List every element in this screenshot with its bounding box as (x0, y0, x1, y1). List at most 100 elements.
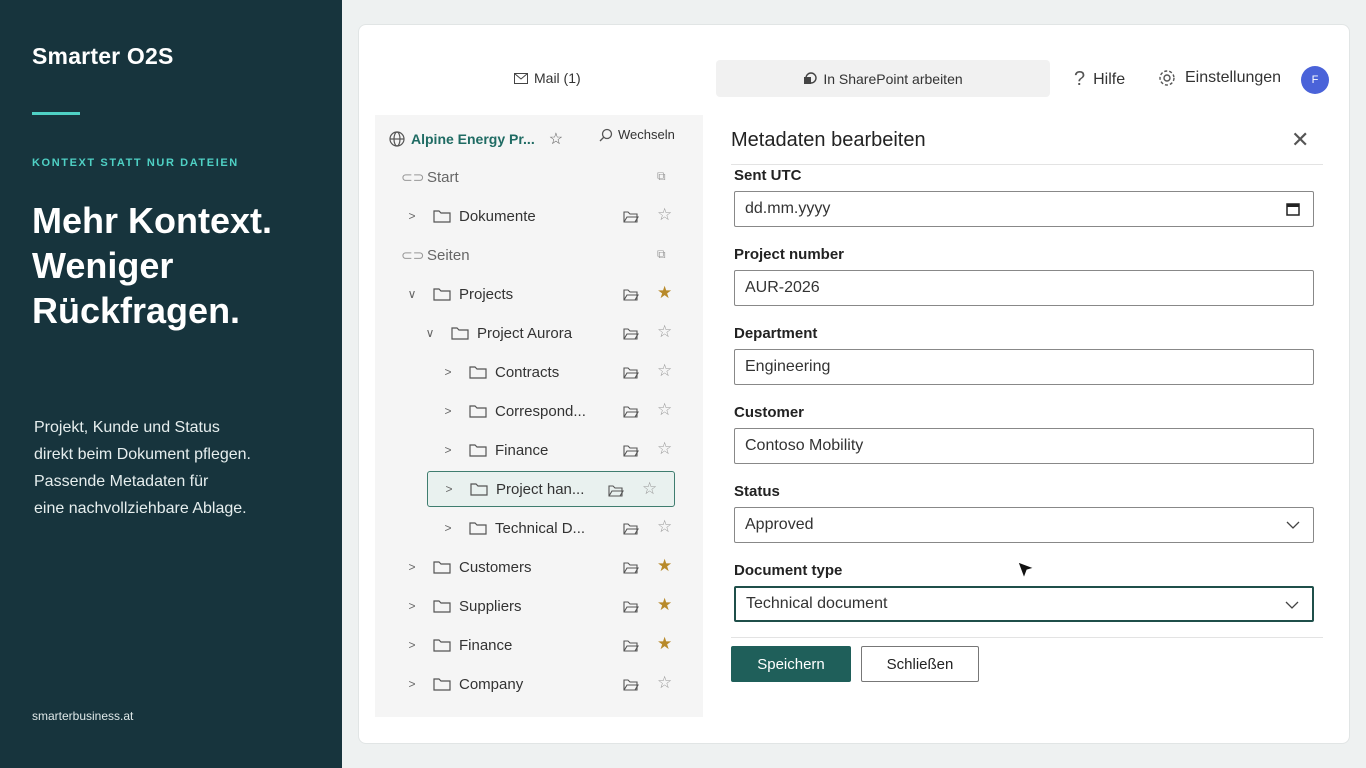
tree-item-project-aurora[interactable]: ∨ Project Aurora ☆ (375, 315, 703, 351)
open-folder-icon[interactable] (623, 520, 639, 536)
tree-item-project-handover[interactable]: > Project han... ☆ (427, 471, 675, 507)
sent-utc-date-input[interactable]: dd.mm.yyyy (734, 191, 1314, 227)
chevron-down-icon[interactable]: ∨ (405, 287, 419, 301)
star-filled-icon[interactable]: ★ (657, 556, 672, 576)
chevron-right-icon[interactable]: > (441, 521, 455, 535)
settings-label: Einstellungen (1185, 69, 1282, 86)
field-value: Contoso Mobility (745, 437, 864, 454)
tree-item-seiten[interactable]: ⊂⊃ Seiten ⧉ (375, 237, 703, 273)
department-input[interactable]: Engineering (734, 349, 1314, 385)
status-select[interactable]: Approved (734, 507, 1314, 543)
open-folder-icon[interactable] (623, 286, 639, 302)
field-label-sent-utc: Sent UTC (734, 167, 802, 184)
navigation-tree: Alpine Energy Pr... ☆ Wechseln ⊂⊃ Start … (375, 115, 703, 717)
field-label-document-type: Document type (734, 562, 843, 579)
folder-icon (433, 208, 451, 224)
tree-item-finance-sub[interactable]: > Finance ☆ (375, 432, 703, 468)
project-number-input[interactable]: AUR-2026 (734, 270, 1314, 306)
calendar-icon[interactable] (1285, 201, 1301, 217)
folder-icon (451, 325, 469, 341)
open-folder-icon[interactable] (623, 325, 639, 341)
link-icon: ⊂⊃ (401, 246, 425, 263)
date-placeholder: dd.mm.yyyy (745, 200, 831, 217)
chevron-right-icon[interactable]: > (405, 638, 419, 652)
tree-item-finance[interactable]: > Finance ★ (375, 627, 703, 663)
sharepoint-label: In SharePoint arbeiten (823, 70, 963, 87)
chevron-down-icon[interactable]: ∨ (423, 326, 437, 340)
open-folder-icon[interactable] (623, 559, 639, 575)
help-button[interactable]: ? Hilfe (1074, 68, 1125, 91)
tree-item-contracts[interactable]: > Contracts ☆ (375, 354, 703, 390)
switch-label: Wechseln (618, 127, 675, 142)
save-button[interactable]: Speichern (731, 646, 851, 682)
tree-item-dokumente[interactable]: > Dokumente ☆ (375, 198, 703, 234)
open-folder-icon[interactable] (623, 403, 639, 419)
chevron-right-icon[interactable]: > (405, 560, 419, 574)
star-icon[interactable]: ☆ (657, 439, 672, 459)
tree-item-label: Contracts (495, 363, 560, 381)
open-folder-icon[interactable] (623, 637, 639, 653)
chevron-right-icon[interactable]: > (441, 443, 455, 457)
sharepoint-button[interactable]: In SharePoint arbeiten (716, 60, 1050, 97)
open-folder-icon[interactable] (623, 442, 639, 458)
star-filled-icon[interactable]: ★ (657, 634, 672, 654)
star-icon[interactable]: ☆ (642, 479, 657, 499)
open-folder-icon[interactable] (623, 676, 639, 692)
switch-site-button[interactable]: Wechseln (599, 127, 675, 142)
tree-item-start[interactable]: ⊂⊃ Start ⧉ (375, 159, 703, 195)
star-filled-icon[interactable]: ★ (657, 595, 672, 615)
folder-icon (433, 676, 451, 692)
avatar[interactable]: F (1301, 66, 1329, 94)
tree-item-label: Projects (459, 285, 514, 303)
site-name[interactable]: Alpine Energy Pr... (411, 131, 535, 147)
chevron-right-icon[interactable]: > (405, 677, 419, 691)
close-icon[interactable]: ✕ (1291, 127, 1309, 153)
star-icon[interactable]: ☆ (657, 322, 672, 342)
tree-item-label: Finance (459, 636, 513, 654)
star-icon[interactable]: ☆ (549, 129, 563, 149)
open-folder-icon[interactable] (608, 482, 624, 498)
tree-item-suppliers[interactable]: > Suppliers ★ (375, 588, 703, 624)
footer-url: smarterbusiness.at (32, 709, 134, 723)
tree-item-projects[interactable]: ∨ Projects ★ (375, 276, 703, 312)
star-icon[interactable]: ☆ (657, 205, 672, 225)
chevron-right-icon[interactable]: > (405, 209, 419, 223)
panel-title: Metadaten bearbeiten (731, 129, 926, 151)
open-folder-icon[interactable] (623, 598, 639, 614)
star-icon[interactable]: ☆ (657, 673, 672, 693)
close-button[interactable]: Schließen (861, 646, 979, 682)
description-line: Passende Metadaten für (34, 473, 209, 490)
customer-input[interactable]: Contoso Mobility (734, 428, 1314, 464)
settings-button[interactable]: Einstellungen (1157, 68, 1281, 88)
tree-item-correspondence[interactable]: > Correspond... ☆ (375, 393, 703, 429)
folder-icon (433, 637, 451, 653)
chevron-right-icon[interactable]: > (441, 404, 455, 418)
folder-icon (469, 520, 487, 536)
tree-item-label: Suppliers (459, 597, 522, 615)
folder-icon (469, 364, 487, 380)
star-filled-icon[interactable]: ★ (657, 283, 672, 303)
tree-item-technical-docs[interactable]: > Technical D... ☆ (375, 510, 703, 546)
tree-item-company[interactable]: > Company ☆ (375, 666, 703, 702)
open-external-icon[interactable]: ⧉ (657, 247, 666, 262)
open-folder-icon[interactable] (623, 364, 639, 380)
open-external-icon[interactable]: ⧉ (657, 169, 666, 184)
tree-item-customers[interactable]: > Customers ★ (375, 549, 703, 585)
headline-line: Mehr Kontext. (32, 200, 273, 241)
chevron-right-icon[interactable]: > (405, 599, 419, 613)
chevron-right-icon[interactable]: > (441, 365, 455, 379)
tree-item-label: Seiten (427, 246, 470, 264)
document-type-select[interactable]: Technical document (734, 586, 1314, 622)
tree-item-label: Start (427, 168, 459, 186)
star-icon[interactable]: ☆ (657, 517, 672, 537)
star-icon[interactable]: ☆ (657, 400, 672, 420)
open-folder-icon[interactable] (623, 208, 639, 224)
metadata-panel: Metadaten bearbeiten ✕ Sent UTC dd.mm.yy… (731, 115, 1323, 717)
left-panel: Smarter O2S KONTEXT STATT NUR DATEIEN Me… (0, 0, 342, 768)
star-icon[interactable]: ☆ (657, 361, 672, 381)
brand-title: Smarter O2S (32, 43, 174, 69)
mail-button[interactable]: Mail (1) (514, 70, 581, 86)
chevron-right-icon[interactable]: > (442, 482, 456, 496)
field-value: Technical document (746, 595, 888, 612)
folder-icon (433, 598, 451, 614)
